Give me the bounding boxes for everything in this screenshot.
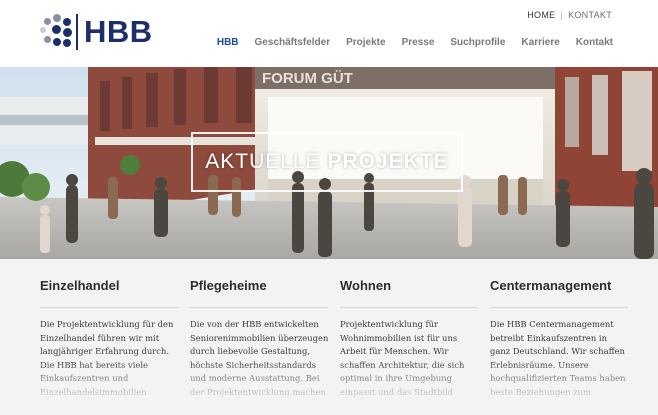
top-nav-separator: | <box>560 10 564 20</box>
logo-dots-icon <box>40 14 74 50</box>
nav-item-geschaeftsfelder[interactable]: Geschäftsfelder <box>255 37 331 48</box>
column-text: Die Projektentwicklung für den Einzelhan… <box>40 319 174 397</box>
nav-item-presse[interactable]: Presse <box>402 37 435 48</box>
nav-item-projekte[interactable]: Projekte <box>346 37 385 48</box>
nav-item-kontakt[interactable]: Kontakt <box>576 37 613 48</box>
column-einzelhandel[interactable]: Einzelhandel Die Projektentwicklung für … <box>40 278 180 400</box>
top-nav: HOME | KONTAKT <box>527 10 612 20</box>
logo-divider <box>76 14 78 50</box>
nav-item-hbb[interactable]: HBB <box>217 37 239 48</box>
column-pflegeheime[interactable]: Pflegeheime Die von der HBB entwickelten… <box>190 278 330 400</box>
nav-item-karriere[interactable]: Karriere <box>521 37 559 48</box>
column-wohnen[interactable]: Wohnen Projektentwicklung für Wohnimmobi… <box>340 278 480 400</box>
hero-title-light: AKTUELLE <box>205 150 328 173</box>
forum-sign: FORUM GÜT <box>262 70 353 87</box>
column-title: Einzelhandel <box>40 278 120 293</box>
column-divider <box>40 307 178 308</box>
column-divider <box>490 307 628 308</box>
column-title: Centermanagement <box>490 278 612 293</box>
hero-title: AKTUELLE PROJEKTE <box>205 150 448 174</box>
site-header: HBB HOME | KONTAKT HBB Geschäftsfelder P… <box>0 0 658 67</box>
home-link[interactable]: HOME <box>527 10 555 20</box>
logo-text: HBB <box>84 14 153 49</box>
column-divider <box>190 307 328 308</box>
column-text: Projektentwicklung für Wohnimmobilien is… <box>340 319 465 397</box>
column-centermanagement[interactable]: Centermanagement Die HBB Centermanagemen… <box>490 278 630 400</box>
nav-item-suchprofile[interactable]: Suchprofile <box>450 37 505 48</box>
column-text: Die von der HBB entwickelten Seniorenimm… <box>190 319 329 397</box>
column-text: Die HBB Centermanagement betreibt Einkau… <box>490 319 626 397</box>
hero-title-frame[interactable]: AKTUELLE PROJEKTE <box>191 132 463 192</box>
column-divider <box>340 307 478 308</box>
hero-banner[interactable]: FORUM GÜT AKTUELLE PROJEKTE <box>0 67 658 259</box>
hero-title-bold: PROJEKTE <box>327 150 449 173</box>
column-title: Pflegeheime <box>190 278 267 293</box>
kontakt-link[interactable]: KONTAKT <box>568 10 612 20</box>
column-title: Wohnen <box>340 278 392 293</box>
main-nav: HBB Geschäftsfelder Projekte Presse Such… <box>201 37 613 48</box>
hbb-logo[interactable]: HBB <box>40 14 153 50</box>
business-areas: Einzelhandel Die Projektentwicklung für … <box>0 259 658 415</box>
